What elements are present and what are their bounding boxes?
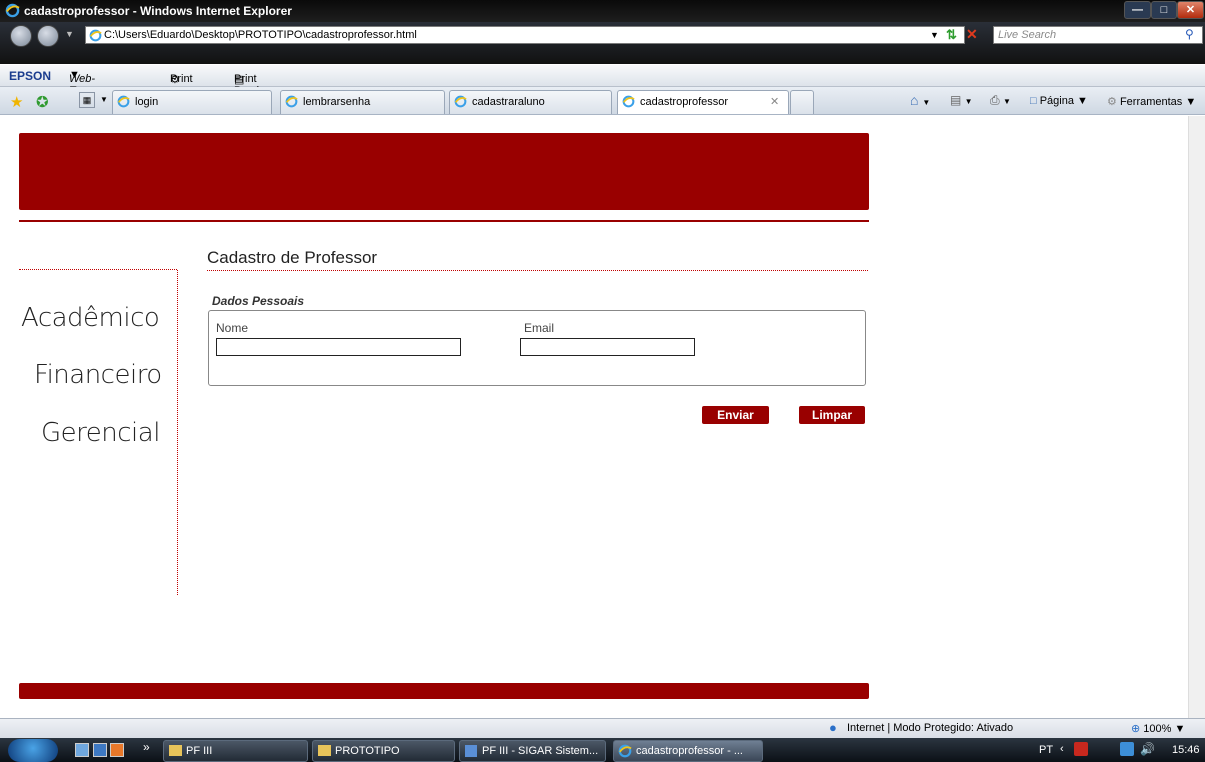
taskbar-item-cadastroprofessor[interactable]: cadastroprofessor - ... (613, 740, 763, 762)
language-indicator[interactable]: PT (1039, 744, 1053, 756)
tools-menu[interactable]: ⚙ Ferramentas ▼ (1107, 95, 1196, 108)
maximize-button[interactable]: □ (1151, 1, 1177, 19)
address-input[interactable]: C:\Users\Eduardo\Desktop\PROTOTIPO\cadas… (85, 26, 965, 44)
header-banner (19, 133, 869, 210)
taskbar-item-label: PF III (186, 745, 213, 757)
start-button[interactable] (8, 739, 58, 762)
section-label: Dados Pessoais (212, 294, 305, 308)
more-quicklaunch-icon[interactable]: » (143, 740, 150, 754)
address-dropdown-icon[interactable]: ▼ (930, 30, 939, 40)
web-to-page-button[interactable]: Web-To-Page ▼ (69, 69, 95, 109)
epson-toolbar: EPSON Web-To-Page ▼ ⚙ Print ▤ Print Prev… (0, 65, 1205, 109)
tray-network-icon[interactable] (1120, 742, 1134, 756)
title-rule (207, 270, 868, 271)
tab-ie-icon (622, 95, 635, 108)
tab-login[interactable]: login (112, 90, 272, 114)
close-tab-icon[interactable]: ✕ (770, 91, 779, 113)
taskbar-item-label: PF III - SIGAR Sistem... (482, 745, 599, 757)
sidebar-top-rule (19, 269, 177, 270)
address-url: C:\Users\Eduardo\Desktop\PROTOTIPO\cadas… (104, 29, 417, 41)
print-label: Print (170, 73, 193, 85)
add-favorite-icon[interactable]: ✪ (36, 93, 49, 111)
home-icon[interactable]: ⌂ ▼ (910, 92, 930, 108)
taskbar-item-prototipo[interactable]: PROTOTIPO (312, 740, 455, 762)
folder-icon (318, 745, 331, 756)
clear-button[interactable]: Limpar (799, 406, 865, 424)
tab-cadastroprofessor[interactable]: cadastroprofessor ✕ (617, 90, 789, 114)
sidebar-item-gerencial[interactable]: Gerencial (41, 418, 160, 448)
folder-icon (169, 745, 182, 756)
clock[interactable]: 15:46 (1172, 744, 1200, 756)
taskbar-item-label: cadastroprofessor - ... (636, 745, 743, 757)
tab-ie-icon (117, 95, 130, 108)
tab-lembrarsenha[interactable]: lembrarsenha (280, 90, 445, 114)
switch-windows-icon[interactable] (93, 743, 107, 757)
taskbar-item-pf3[interactable]: PF III (163, 740, 308, 762)
zoom-level: 100% (1143, 723, 1172, 735)
taskbar-item-label: PROTOTIPO (335, 745, 400, 757)
submit-button[interactable]: Enviar (702, 406, 769, 424)
tray-security-icon[interactable] (1074, 742, 1088, 756)
show-desktop-icon[interactable] (75, 743, 89, 757)
tray-volume-icon[interactable]: 🔊 (1140, 742, 1155, 756)
header-rule (19, 220, 869, 222)
search-placeholder: Live Search (998, 29, 1057, 41)
tab-list-chevron-icon[interactable]: ▼ (100, 95, 108, 104)
internet-zone-icon: ● (829, 720, 837, 735)
forward-button[interactable] (37, 25, 59, 47)
epson-brand: EPSON (9, 69, 52, 83)
zoom-control[interactable]: ⊕ 100% ▼ (1131, 722, 1185, 735)
ie-logo-icon (5, 3, 20, 18)
window-title-bar: cadastroprofessor - Windows Internet Exp… (0, 0, 1205, 22)
vertical-scrollbar[interactable] (1188, 116, 1205, 718)
minimize-button[interactable]: — (1124, 1, 1151, 19)
tab-label: cadastraraluno (472, 96, 545, 108)
tools-menu-label: Ferramentas (1119, 96, 1183, 108)
feeds-icon[interactable]: ▤ ▼ (950, 93, 973, 107)
sidebar-item-financeiro[interactable]: Financeiro (34, 360, 162, 390)
tab-cadastraraluno[interactable]: cadastraraluno (449, 90, 612, 114)
tab-label: lembrarsenha (303, 96, 371, 108)
tray-expand-icon[interactable]: ‹ (1060, 743, 1064, 755)
page-menu-label: Página (1039, 95, 1074, 107)
window-title: cadastroprofessor - Windows Internet Exp… (24, 4, 292, 18)
media-player-icon[interactable] (110, 743, 124, 757)
tab-ie-icon (454, 95, 467, 108)
taskbar-ie-icon (618, 744, 632, 758)
footer-banner (19, 683, 869, 699)
page-icon: □ (1030, 95, 1037, 107)
name-label: Nome (216, 321, 249, 335)
zoom-icon: ⊕ (1131, 723, 1141, 735)
document-icon (465, 745, 477, 757)
gear-icon: ⚙ (1107, 96, 1117, 108)
status-bar: ● Internet | Modo Protegido: Ativado ⊕ 1… (0, 718, 1205, 738)
tab-ie-icon (285, 95, 298, 108)
page-title: Cadastro de Professor (207, 248, 378, 267)
sidebar-item-academico[interactable]: Acadêmico (21, 303, 160, 333)
recent-pages-chevron-icon[interactable]: ▼ (65, 29, 74, 39)
stop-icon[interactable]: ✕ (966, 26, 978, 43)
printer-icon[interactable]: ⎙ ▼ (990, 93, 1011, 108)
refresh-icon[interactable]: ⇅ (946, 27, 957, 43)
taskbar-item-sigar[interactable]: PF III - SIGAR Sistem... (459, 740, 606, 762)
email-field[interactable] (520, 338, 695, 356)
security-zone[interactable]: Internet | Modo Protegido: Ativado (847, 722, 1013, 734)
favorites-star-icon[interactable]: ★ (10, 93, 23, 111)
name-field[interactable] (216, 338, 461, 356)
email-label: Email (524, 321, 555, 335)
page-menu[interactable]: □ Página ▼ (1030, 95, 1088, 107)
sidebar-divider (177, 270, 178, 595)
search-input[interactable]: Live Search (993, 26, 1203, 44)
page-ie-icon (89, 29, 102, 42)
quick-tabs-icon[interactable]: ▦ (79, 92, 95, 108)
back-button[interactable] (10, 25, 32, 47)
tab-label: cadastroprofessor (640, 96, 729, 108)
search-icon[interactable]: ⚲ (1185, 27, 1194, 41)
close-button[interactable]: ✕ (1177, 1, 1204, 19)
new-tab-button[interactable] (790, 90, 814, 114)
tab-label: login (135, 96, 159, 108)
